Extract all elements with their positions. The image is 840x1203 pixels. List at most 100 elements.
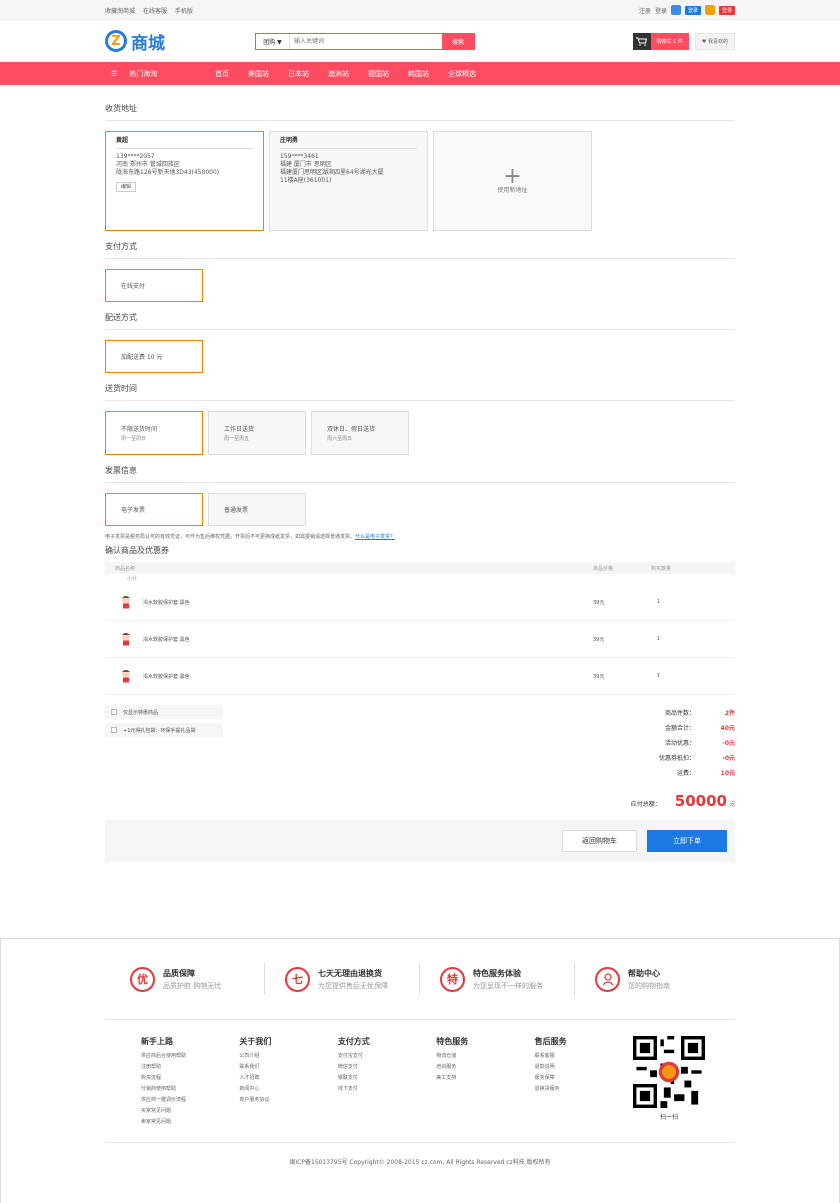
search-input[interactable] xyxy=(290,33,442,49)
footer: 优 品质保障 品质护航 购物无忧 七 七天无理由退换货 为您提供售后无忧保障 特 特… xyxy=(0,938,840,1203)
summary-value: -0元 xyxy=(722,755,735,762)
address-card-2[interactable]: 庄明勇 159****3461 福建 厦门市 思明区 福建厦门思明区湖滨四里64… xyxy=(269,131,428,231)
footer-link[interactable]: 培训服务 xyxy=(436,1062,534,1073)
product-thumbnail[interactable] xyxy=(119,669,133,683)
search-type-select[interactable]: 团购 ▼ xyxy=(256,33,290,49)
footer-link[interactable]: 买家常见问题 xyxy=(141,1106,239,1117)
cart-button[interactable]: 购物车 1 件 xyxy=(632,32,689,50)
register-link[interactable]: 注册 xyxy=(639,6,651,15)
summary-value: -0元 xyxy=(722,740,735,747)
footer-link[interactable]: 卖家常见问题 xyxy=(141,1117,239,1128)
summary-key: 优惠券抵扣： xyxy=(658,755,695,762)
add-address-button[interactable]: + 使用新地址 xyxy=(433,131,592,231)
footer-link[interactable]: 分销商使用帮助 xyxy=(141,1084,239,1095)
qr-code: 扫一扫 xyxy=(633,1036,706,1128)
footer-link[interactable]: 微信支付 xyxy=(338,1062,436,1073)
product-name[interactable]: 渴水软胶保护套 黑色 xyxy=(143,673,593,680)
delivery-time-option-weekday[interactable]: 工作日送货 周一至周五 xyxy=(208,411,306,455)
delivery-option[interactable]: 加配送费 10 元 xyxy=(105,340,203,373)
checkbox-box xyxy=(111,727,117,733)
back-to-cart-button[interactable]: 返回购物车 xyxy=(562,830,637,852)
footer-link[interactable]: 人才招聘 xyxy=(239,1073,337,1084)
guarantee-title: 帮助中心 xyxy=(628,968,660,978)
footer-link[interactable]: 退款说明 xyxy=(535,1062,633,1073)
address-card-1[interactable]: 黄超 139****2057 河南 郑州市 管城回族区 陇海东路126号新天地3… xyxy=(105,131,264,231)
top-link-favorite[interactable]: 收藏淘商城 xyxy=(105,8,135,15)
footer-column: 关于我们 公司介绍 联系我们 人才招聘 新闻中心 商户服务协议 xyxy=(239,1036,337,1128)
favorites-button[interactable]: ♥ 我喜欢的 xyxy=(694,32,735,50)
footer-column-title: 支付方式 xyxy=(337,1037,370,1046)
option-label: 双休日、假日送货 xyxy=(327,426,376,433)
footer-link[interactable]: 服务保障 xyxy=(535,1073,633,1084)
footer-column: 售后服务 联系客服 退款说明 服务保障 退换货服务 xyxy=(535,1036,633,1128)
category-menu[interactable]: ☰ 热门海淘 xyxy=(105,69,215,79)
footer-column-title: 售后服务 xyxy=(534,1037,567,1046)
guarantee-item: 帮助中心 您的购物指南 xyxy=(575,963,730,995)
cart-label: 购物车 1 件 xyxy=(650,32,689,50)
qq-login-button[interactable]: 登录 xyxy=(684,5,701,15)
nav-item-global[interactable]: 全球精选 xyxy=(448,69,476,79)
address-line: 福建厦门思明区湖滨四里64号湖光大厦 xyxy=(280,169,384,176)
footer-link[interactable]: 供应商后台使用帮助 xyxy=(141,1051,239,1062)
footer-link[interactable]: 购买流程 xyxy=(141,1073,239,1084)
guarantee-item: 特 特色服务体验 为您呈现不一样的服务 xyxy=(420,963,575,995)
product-thumbnail[interactable] xyxy=(119,595,133,609)
delivery-time-option-any[interactable]: 不限送货时间 周一至周日 xyxy=(105,411,203,455)
nav-item-australia[interactable]: 澳洲站 xyxy=(328,69,349,79)
option-sub: 周一至周日 xyxy=(121,436,147,442)
top-link-service[interactable]: 在线客服 xyxy=(143,8,167,15)
login-link[interactable]: 登录 xyxy=(655,6,667,15)
nav-item-japan[interactable]: 日本站 xyxy=(288,69,309,79)
help-center-icon xyxy=(595,966,620,992)
logo-text: 商城 xyxy=(131,33,165,54)
footer-link[interactable]: 银联支付 xyxy=(338,1073,436,1084)
address-phone: 159****3461 xyxy=(280,153,319,160)
invoice-option-electronic[interactable]: 电子发票 xyxy=(105,493,203,526)
subtotal-label: 小计 xyxy=(127,576,138,582)
weibo-login-button[interactable]: 登录 xyxy=(718,5,735,15)
edit-address-button[interactable]: 编辑 xyxy=(116,182,137,192)
footer-link[interactable]: 退换货服务 xyxy=(535,1084,633,1095)
product-name[interactable]: 渴水软胶保护套 黑色 xyxy=(143,636,593,643)
product-thumbnail[interactable] xyxy=(119,632,133,646)
divider xyxy=(105,1019,735,1020)
footer-link[interactable]: 注册帮助 xyxy=(141,1062,239,1073)
special-service-icon: 特 xyxy=(440,966,465,992)
guarantee-item: 优 品质保障 品质护航 购物无忧 xyxy=(110,963,265,995)
nav-item-korea[interactable]: 韩国站 xyxy=(408,69,429,79)
payment-option-online[interactable]: 在线支付 xyxy=(105,269,203,302)
top-link-mobile[interactable]: 手机版 xyxy=(175,8,193,15)
footer-link[interactable]: 新闻中心 xyxy=(239,1084,337,1095)
product-name[interactable]: 渴水软胶保护套 黑色 xyxy=(143,599,593,606)
special-only-checkbox[interactable]: 仅显示特惠商品 xyxy=(105,705,223,719)
nav-item-home[interactable]: 首页 xyxy=(215,69,229,79)
search-button[interactable]: 搜索 xyxy=(442,33,474,49)
divider xyxy=(105,1142,735,1143)
place-order-button[interactable]: 立即下单 xyxy=(647,830,727,852)
product-price: 39元 xyxy=(593,636,605,643)
nav-item-germany[interactable]: 德国站 xyxy=(368,69,389,79)
confirm-title: 确认商品及优惠券 xyxy=(105,546,169,555)
footer-link[interactable]: 公司介绍 xyxy=(239,1051,337,1062)
footer-link[interactable]: 支付宝支付 xyxy=(338,1051,436,1062)
footer-link[interactable]: 联系客服 xyxy=(535,1051,633,1062)
footer-link[interactable]: 商户服务协议 xyxy=(239,1095,337,1106)
plus-icon: + xyxy=(503,164,522,189)
logo[interactable]: Z 商城 xyxy=(105,29,255,54)
checkbox-box xyxy=(111,709,117,715)
summary-key: 运费： xyxy=(676,770,695,777)
invoice-help-link[interactable]: 什么是电子发票？ xyxy=(355,534,395,540)
nav-item-usa[interactable]: 美国站 xyxy=(248,69,269,79)
delivery-time-option-weekend[interactable]: 双休日、假日送货 周六至周日 xyxy=(311,411,409,455)
footer-link[interactable]: 美工支持 xyxy=(436,1073,534,1084)
total-value: 50000 xyxy=(674,792,727,810)
footer-link[interactable]: 供应商一键调价流程 xyxy=(141,1095,239,1106)
invoice-option-paper[interactable]: 普通发票 xyxy=(208,493,306,526)
gift-bag-checkbox[interactable]: +1元得礼包袋：环保手提礼品袋 xyxy=(105,723,223,737)
guarantee-title: 七天无理由退换货 xyxy=(318,968,382,978)
footer-link[interactable]: 联系我们 xyxy=(239,1062,337,1073)
footer-link[interactable]: 物流仓储 xyxy=(436,1051,534,1062)
summary-key: 金额合计： xyxy=(664,725,695,732)
footer-link[interactable]: 线下支付 xyxy=(338,1084,436,1095)
address-name: 黄超 xyxy=(116,137,253,149)
